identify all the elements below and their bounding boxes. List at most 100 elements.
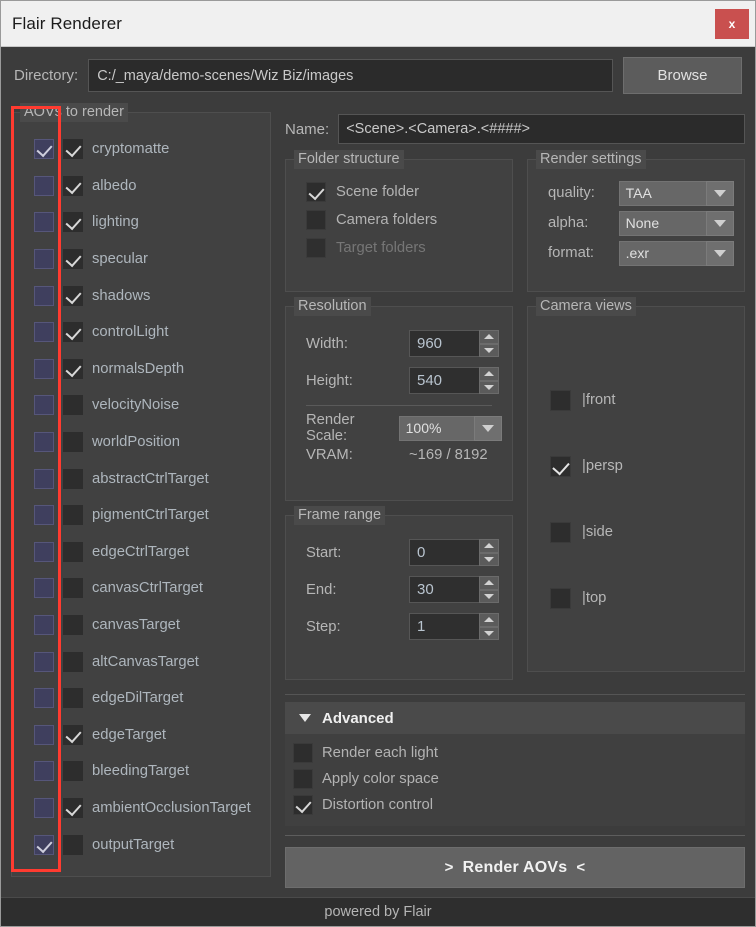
height-stepper[interactable]: 540 [409, 367, 499, 394]
aov-row[interactable]: pigmentCtrlTarget [22, 497, 260, 534]
camera-view-checkbox[interactable] [550, 389, 571, 411]
aov-enable-checkbox[interactable] [34, 505, 54, 526]
width-arrows[interactable] [479, 330, 499, 357]
folder-structure-row[interactable]: Scene folder [296, 178, 502, 206]
width-decrement-button[interactable] [479, 343, 499, 357]
camera-view-checkbox[interactable] [550, 455, 571, 477]
camera-view-checkbox[interactable] [550, 587, 571, 609]
aov-select-checkbox[interactable] [63, 175, 83, 196]
advanced-checkbox[interactable] [293, 795, 313, 815]
step-arrows[interactable] [479, 613, 499, 640]
aov-select-checkbox[interactable] [63, 285, 83, 306]
end-decrement-button[interactable] [479, 589, 499, 603]
aov-row[interactable]: edgeTarget [22, 717, 260, 754]
browse-button[interactable]: Browse [623, 57, 742, 94]
aov-enable-checkbox[interactable] [34, 249, 54, 270]
camera-view-row[interactable]: |top [538, 565, 734, 631]
advanced-row[interactable]: Apply color space [289, 766, 745, 792]
render-scale-dropdown-button[interactable] [474, 415, 502, 441]
aov-enable-checkbox[interactable] [34, 358, 54, 379]
advanced-checkbox[interactable] [293, 743, 313, 763]
start-arrows[interactable] [479, 539, 499, 566]
aov-row[interactable]: edgeDilTarget [22, 680, 260, 717]
advanced-header[interactable]: Advanced [285, 702, 745, 734]
aov-select-checkbox[interactable] [63, 541, 83, 562]
start-stepper[interactable]: 0 [409, 539, 499, 566]
aov-row[interactable]: ambientOcclusionTarget [22, 790, 260, 827]
aov-select-checkbox[interactable] [63, 651, 83, 672]
step-decrement-button[interactable] [479, 626, 499, 640]
render-aovs-button[interactable]: > Render AOVs < [285, 847, 745, 888]
step-value[interactable]: 1 [409, 613, 479, 640]
render-setting-dropdown-button[interactable] [706, 210, 734, 236]
aov-row[interactable]: altCanvasTarget [22, 643, 260, 680]
start-decrement-button[interactable] [479, 552, 499, 566]
render-scale-dropdown[interactable]: 100% [398, 415, 502, 441]
aov-enable-checkbox[interactable] [34, 468, 54, 489]
height-value[interactable]: 540 [409, 367, 479, 394]
height-decrement-button[interactable] [479, 380, 499, 394]
aov-enable-checkbox[interactable] [34, 834, 54, 855]
end-increment-button[interactable] [479, 576, 499, 590]
height-arrows[interactable] [479, 367, 499, 394]
aov-select-checkbox[interactable] [63, 761, 83, 782]
aov-row[interactable]: worldPosition [22, 424, 260, 461]
aov-enable-checkbox[interactable] [34, 761, 54, 782]
step-stepper[interactable]: 1 [409, 613, 499, 640]
folder-structure-checkbox[interactable] [306, 210, 326, 230]
width-value[interactable]: 960 [409, 330, 479, 357]
directory-input[interactable] [88, 59, 613, 92]
advanced-row[interactable]: Render each light [289, 740, 745, 766]
aov-enable-checkbox[interactable] [34, 541, 54, 562]
aov-select-checkbox[interactable] [63, 322, 83, 343]
advanced-row[interactable]: Distortion control [289, 792, 745, 818]
aov-row[interactable]: velocityNoise [22, 387, 260, 424]
aov-row[interactable]: specular [22, 241, 260, 278]
aov-enable-checkbox[interactable] [34, 797, 54, 818]
folder-structure-row[interactable]: Target folders [296, 234, 502, 262]
aov-enable-checkbox[interactable] [34, 139, 54, 160]
aov-row[interactable]: normalsDepth [22, 351, 260, 388]
name-input[interactable] [338, 114, 745, 144]
render-setting-dropdown[interactable]: TAA [618, 180, 734, 206]
aov-select-checkbox[interactable] [63, 358, 83, 379]
aov-enable-checkbox[interactable] [34, 578, 54, 599]
aov-select-checkbox[interactable] [63, 432, 83, 453]
aov-enable-checkbox[interactable] [34, 688, 54, 709]
end-arrows[interactable] [479, 576, 499, 603]
step-increment-button[interactable] [479, 613, 499, 627]
height-increment-button[interactable] [479, 367, 499, 381]
close-button[interactable]: x [715, 8, 749, 39]
aov-row[interactable]: shadows [22, 277, 260, 314]
aov-select-checkbox[interactable] [63, 834, 83, 855]
end-stepper[interactable]: 30 [409, 576, 499, 603]
render-setting-dropdown[interactable]: None [618, 210, 734, 236]
aov-enable-checkbox[interactable] [34, 615, 54, 636]
width-stepper[interactable]: 960 [409, 330, 499, 357]
folder-structure-row[interactable]: Camera folders [296, 206, 502, 234]
aov-row[interactable]: bleedingTarget [22, 753, 260, 790]
aov-row[interactable]: canvasTarget [22, 607, 260, 644]
aov-row[interactable]: canvasCtrlTarget [22, 570, 260, 607]
aov-enable-checkbox[interactable] [34, 175, 54, 196]
start-increment-button[interactable] [479, 539, 499, 553]
aov-row[interactable]: lighting [22, 204, 260, 241]
start-value[interactable]: 0 [409, 539, 479, 566]
aov-select-checkbox[interactable] [63, 724, 83, 745]
aov-select-checkbox[interactable] [63, 505, 83, 526]
aov-row[interactable]: cryptomatte [22, 131, 260, 168]
aov-row[interactable]: abstractCtrlTarget [22, 460, 260, 497]
aov-select-checkbox[interactable] [63, 468, 83, 489]
aov-row[interactable]: controlLight [22, 314, 260, 351]
camera-view-row[interactable]: |side [538, 499, 734, 565]
aov-select-checkbox[interactable] [63, 797, 83, 818]
camera-view-row[interactable]: |persp [538, 433, 734, 499]
render-setting-dropdown[interactable]: .exr [618, 240, 734, 266]
aov-select-checkbox[interactable] [63, 688, 83, 709]
aov-enable-checkbox[interactable] [34, 212, 54, 233]
render-setting-dropdown-button[interactable] [706, 240, 734, 266]
aov-enable-checkbox[interactable] [34, 724, 54, 745]
aov-row[interactable]: edgeCtrlTarget [22, 534, 260, 571]
aov-select-checkbox[interactable] [63, 578, 83, 599]
aov-row[interactable]: albedo [22, 168, 260, 205]
